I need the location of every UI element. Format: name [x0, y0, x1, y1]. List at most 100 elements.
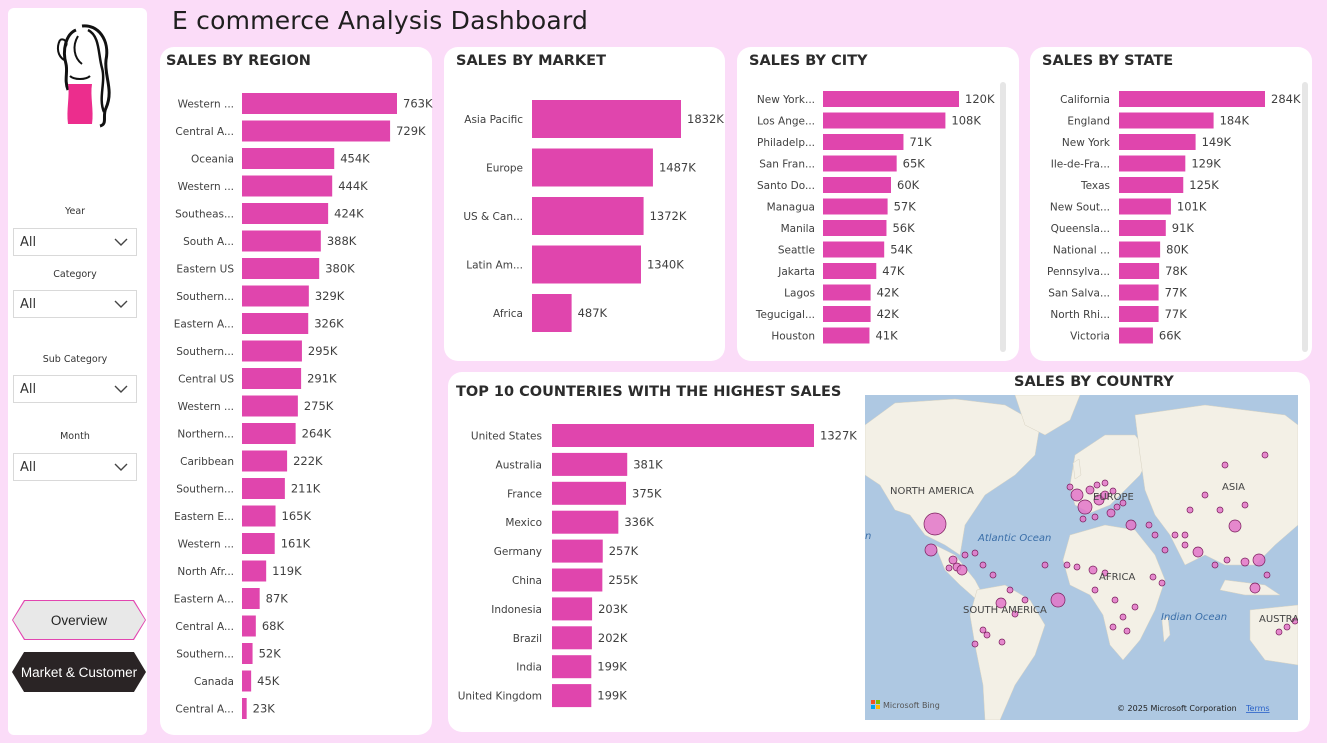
country-sales-bubble[interactable] — [1149, 573, 1157, 581]
month-filter-dropdown[interactable]: All — [13, 453, 137, 481]
region-bar[interactable] — [242, 148, 335, 169]
country-sales-bubble[interactable] — [1131, 603, 1139, 611]
country-sales-bubble[interactable] — [1091, 586, 1099, 594]
city-bar[interactable] — [823, 177, 891, 193]
country-sales-bubble[interactable] — [1125, 519, 1137, 531]
country-sales-bubble[interactable] — [1216, 506, 1224, 514]
countries-bar[interactable] — [552, 655, 592, 679]
country-sales-bubble[interactable] — [1111, 596, 1119, 604]
country-sales-bubble[interactable] — [983, 631, 991, 639]
country-sales-bubble[interactable] — [1088, 565, 1098, 575]
city-bar[interactable] — [823, 263, 877, 279]
country-sales-bubble[interactable] — [948, 555, 958, 565]
region-bar[interactable] — [242, 670, 252, 692]
state-bar[interactable] — [1119, 112, 1214, 129]
city-bar[interactable] — [823, 306, 871, 322]
market-customer-button[interactable]: Market & Customer — [12, 652, 146, 692]
country-sales-bubble[interactable] — [1192, 546, 1204, 558]
market-bar[interactable] — [532, 294, 572, 332]
countries-bar[interactable] — [552, 481, 627, 505]
world-map[interactable]: NORTH AMERICA EUROPE ASIA AFRICA SOUTH A… — [865, 395, 1298, 720]
city-bar[interactable] — [823, 284, 871, 301]
country-sales-bubble[interactable] — [1145, 521, 1153, 529]
region-bar[interactable] — [242, 698, 247, 719]
country-sales-bubble[interactable] — [1021, 596, 1029, 604]
region-bar[interactable] — [242, 285, 309, 307]
region-bar[interactable] — [242, 120, 391, 142]
country-sales-bubble[interactable] — [1252, 553, 1266, 567]
region-bar[interactable] — [242, 615, 256, 637]
state-bar[interactable] — [1119, 284, 1159, 301]
state-bar[interactable] — [1119, 177, 1184, 193]
region-bar[interactable] — [242, 478, 285, 499]
city-bar[interactable] — [823, 155, 897, 172]
country-sales-bubble[interactable] — [1119, 613, 1127, 621]
region-bar[interactable] — [242, 423, 296, 444]
country-sales-bubble[interactable] — [1241, 501, 1249, 509]
city-bar[interactable] — [823, 112, 946, 129]
market-bar[interactable] — [532, 100, 681, 138]
city-bar[interactable] — [823, 91, 959, 107]
state-bar[interactable] — [1119, 241, 1161, 258]
city-bar[interactable] — [823, 198, 888, 215]
country-sales-bubble[interactable] — [1113, 503, 1121, 511]
countries-bar[interactable] — [552, 424, 814, 447]
country-sales-bubble[interactable] — [971, 640, 979, 648]
category-filter-dropdown[interactable]: All — [13, 290, 137, 318]
country-sales-bubble[interactable] — [1228, 519, 1242, 533]
country-sales-bubble[interactable] — [1161, 546, 1169, 554]
region-bar[interactable] — [242, 368, 302, 389]
market-bar[interactable] — [532, 245, 641, 284]
region-bar[interactable] — [242, 340, 302, 362]
country-sales-bubble[interactable] — [979, 561, 987, 569]
countries-bar[interactable] — [552, 626, 592, 650]
country-sales-bubble[interactable] — [998, 638, 1006, 646]
country-sales-bubble[interactable] — [956, 564, 968, 576]
state-scrollbar[interactable] — [1302, 82, 1308, 352]
region-bar[interactable] — [242, 175, 333, 197]
state-bar[interactable] — [1119, 198, 1171, 215]
state-bar[interactable] — [1119, 220, 1166, 236]
countries-bar[interactable] — [552, 452, 628, 476]
country-sales-bubble[interactable] — [1240, 557, 1250, 567]
country-sales-bubble[interactable] — [1101, 479, 1109, 487]
subcategory-filter-dropdown[interactable]: All — [13, 375, 137, 403]
country-sales-bubble[interactable] — [1041, 561, 1049, 569]
market-bar[interactable] — [532, 148, 653, 187]
country-sales-bubble[interactable] — [1249, 582, 1261, 594]
state-bar[interactable] — [1119, 327, 1153, 344]
country-sales-bubble[interactable] — [971, 549, 979, 557]
city-scrollbar[interactable] — [1000, 82, 1006, 352]
region-bar[interactable] — [242, 395, 298, 417]
country-sales-bubble[interactable] — [1070, 488, 1084, 502]
region-bar[interactable] — [242, 203, 329, 224]
state-bar[interactable] — [1119, 155, 1186, 172]
country-sales-bubble[interactable] — [1223, 556, 1231, 564]
region-bar[interactable] — [242, 643, 253, 664]
overview-button[interactable]: Overview — [12, 600, 146, 640]
country-sales-bubble[interactable] — [1073, 563, 1081, 571]
country-sales-bubble[interactable] — [1091, 513, 1099, 521]
country-sales-bubble[interactable] — [1263, 571, 1271, 579]
country-sales-bubble[interactable] — [1006, 586, 1014, 594]
country-sales-bubble[interactable] — [945, 564, 953, 572]
country-sales-bubble[interactable] — [989, 571, 997, 579]
region-bar[interactable] — [242, 258, 320, 279]
state-bar[interactable] — [1119, 91, 1265, 107]
city-bar[interactable] — [823, 241, 885, 258]
country-sales-bubble[interactable] — [1261, 451, 1269, 459]
countries-bar[interactable] — [552, 597, 593, 621]
country-sales-bubble[interactable] — [1109, 623, 1117, 631]
country-sales-bubble[interactable] — [1151, 531, 1159, 539]
country-sales-bubble[interactable] — [924, 543, 938, 557]
region-bar[interactable] — [242, 313, 309, 334]
city-bar[interactable] — [823, 220, 887, 236]
region-bar[interactable] — [242, 505, 276, 527]
country-sales-bubble[interactable] — [1181, 531, 1189, 539]
year-filter-dropdown[interactable]: All — [13, 228, 137, 256]
country-sales-bubble[interactable] — [1186, 506, 1194, 514]
country-sales-bubble[interactable] — [1077, 499, 1093, 515]
country-sales-bubble[interactable] — [1063, 561, 1071, 569]
country-sales-bubble[interactable] — [1066, 483, 1074, 491]
region-bar[interactable] — [242, 588, 260, 609]
